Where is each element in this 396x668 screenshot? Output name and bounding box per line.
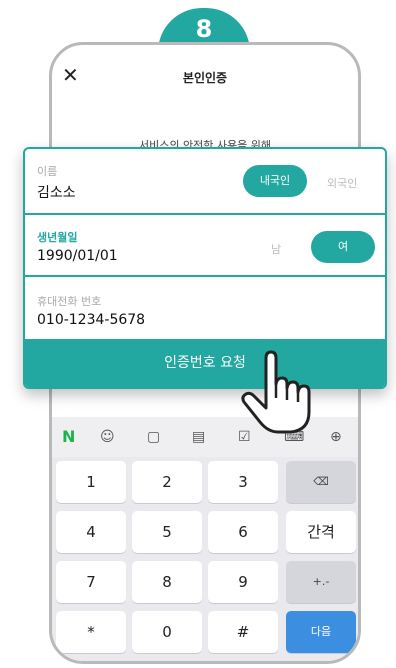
space-key[interactable]: 간격 — [286, 511, 356, 553]
page-title: 본인인증 — [182, 71, 228, 85]
key-0[interactable]: 0 — [132, 611, 202, 653]
clipboard-icon[interactable]: ▤ — [192, 429, 205, 445]
birth-row: 생년월일 1990/01/01 남 여 — [25, 213, 385, 277]
key-5[interactable]: 5 — [132, 511, 202, 553]
name-label: 이름 — [37, 165, 58, 178]
symbol-key[interactable]: +.- — [286, 561, 356, 603]
birth-field[interactable]: 1990/01/01 — [37, 248, 118, 264]
header: ✕ 본인인증 — [52, 45, 358, 109]
key-hash[interactable]: # — [208, 611, 278, 653]
backspace-key[interactable]: ⌫ — [286, 461, 356, 503]
birth-label: 생년월일 — [37, 231, 78, 244]
foreign-button[interactable]: 외국인 — [327, 175, 357, 191]
domestic-button[interactable]: 내국인 — [243, 165, 307, 197]
pointer-hand-icon — [241, 350, 311, 434]
key-4[interactable]: 4 — [56, 511, 126, 553]
name-field[interactable]: 김소소 — [37, 182, 76, 202]
key-7[interactable]: 7 — [56, 561, 126, 603]
key-star[interactable]: * — [56, 611, 126, 653]
name-row: 이름 김소소 내국인 외국인 — [25, 149, 385, 213]
key-1[interactable]: 1 — [56, 461, 126, 503]
phone-field[interactable]: 010-1234-5678 — [37, 312, 145, 328]
key-2[interactable]: 2 — [132, 461, 202, 503]
verification-form: 이름 김소소 내국인 외국인 생년월일 1990/01/01 남 여 휴대전화 … — [23, 147, 387, 389]
screen: 8 ✕ 본인인증 서비스의 안전한 사용을 위해 N ☺ ▢ ▤ ☑ ⌨ ⊕ 1… — [0, 0, 396, 668]
key-6[interactable]: 6 — [208, 511, 278, 553]
request-code-button[interactable]: 인증번호 요청 — [25, 339, 385, 387]
key-9[interactable]: 9 — [208, 561, 278, 603]
numeric-keyboard: N ☺ ▢ ▤ ☑ ⌨ ⊕ 1 2 3 ⌫ 4 5 6 간격 7 8 9 +.-… — [52, 417, 358, 661]
naver-icon[interactable]: N — [62, 427, 75, 446]
phone-row: 휴대전화 번호 010-1234-5678 — [25, 279, 385, 343]
emoticon-icon[interactable]: ▢ — [147, 429, 160, 445]
next-key[interactable]: 다음 — [286, 611, 356, 653]
emoji-icon[interactable]: ☺ — [100, 429, 115, 445]
key-3[interactable]: 3 — [208, 461, 278, 503]
male-button[interactable]: 남 — [271, 241, 281, 257]
female-button[interactable]: 여 — [311, 231, 375, 263]
add-icon[interactable]: ⊕ — [330, 429, 342, 445]
phone-label: 휴대전화 번호 — [37, 295, 102, 308]
key-8[interactable]: 8 — [132, 561, 202, 603]
